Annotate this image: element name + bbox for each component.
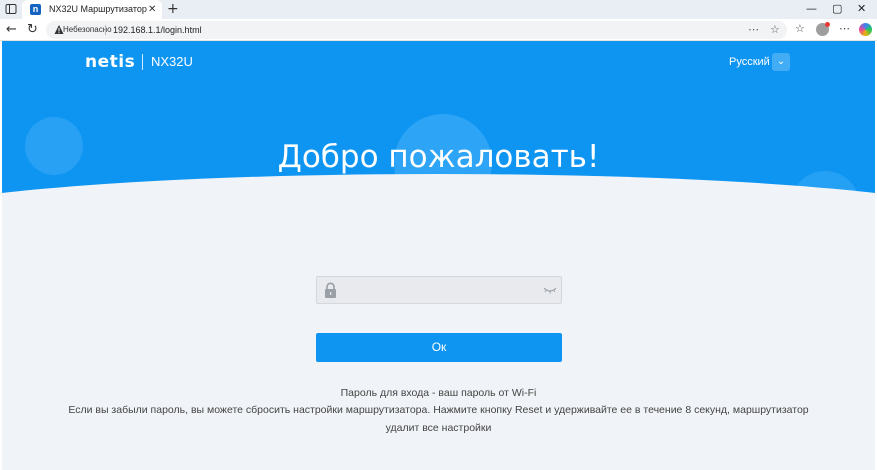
favorite-star-icon[interactable]: ☆ <box>770 22 780 38</box>
password-hint: Пароль для входа - ваш пароль от Wi-Fi <box>340 387 537 399</box>
model-name: NX32U <box>151 54 193 69</box>
ok-button[interactable]: Ок <box>316 333 562 362</box>
brand-logo: netis <box>85 52 136 72</box>
lock-icon <box>325 282 336 298</box>
more-menu-icon[interactable]: ⋯ <box>839 21 850 37</box>
reload-icon[interactable]: ↻ <box>27 22 38 38</box>
language-select[interactable]: Русский <box>729 54 770 70</box>
hero-banner: netis NX32U Русский ⌄ Добро пожаловать! <box>2 41 875 229</box>
password-field[interactable] <box>316 276 562 304</box>
minimize-icon[interactable]: — <box>806 1 817 17</box>
welcome-title: Добро пожаловать! <box>277 139 600 175</box>
password-input[interactable] <box>345 279 535 301</box>
maximize-icon[interactable]: ▢ <box>832 1 842 17</box>
netis-favicon-icon: n <box>30 4 41 15</box>
logo-divider <box>142 54 143 70</box>
address-bar[interactable]: Небезопасно 192.168.1.1/login.html ⋯ ☆ <box>46 21 787 39</box>
login-page: netis NX32U Русский ⌄ Добро пожаловать! … <box>2 41 875 470</box>
browser-tab[interactable]: n NX32U Маршрутизатор ✕ <box>22 0 162 19</box>
chevron-down-icon[interactable]: ⌄ <box>772 53 790 71</box>
hero-curve <box>2 174 875 229</box>
copilot-icon[interactable] <box>859 23 872 36</box>
browser-titlebar: n NX32U Маршрутизатор ✕ + — ▢ ✕ <box>0 0 877 19</box>
reset-hint: Если вы забыли пароль, вы можете сбросит… <box>68 404 809 434</box>
new-tab-icon[interactable]: + <box>167 1 179 17</box>
eye-closed-icon[interactable] <box>543 286 557 294</box>
sidebar-toggle-icon[interactable] <box>4 2 18 16</box>
notification-dot <box>825 22 830 27</box>
back-icon[interactable]: ← <box>6 22 17 38</box>
tab-title: NX32U Маршрутизатор <box>49 4 147 14</box>
more-icon[interactable]: ⋯ <box>748 22 759 38</box>
window-close-icon[interactable]: ✕ <box>857 1 866 17</box>
url-text[interactable]: 192.168.1.1/login.html <box>113 22 202 38</box>
divider <box>105 25 106 35</box>
browser-toolbar: ← ↻ Небезопасно 192.168.1.1/login.html ⋯… <box>0 19 877 41</box>
close-icon[interactable]: ✕ <box>148 3 156 16</box>
favorites-icon[interactable]: ☆ <box>795 21 805 37</box>
